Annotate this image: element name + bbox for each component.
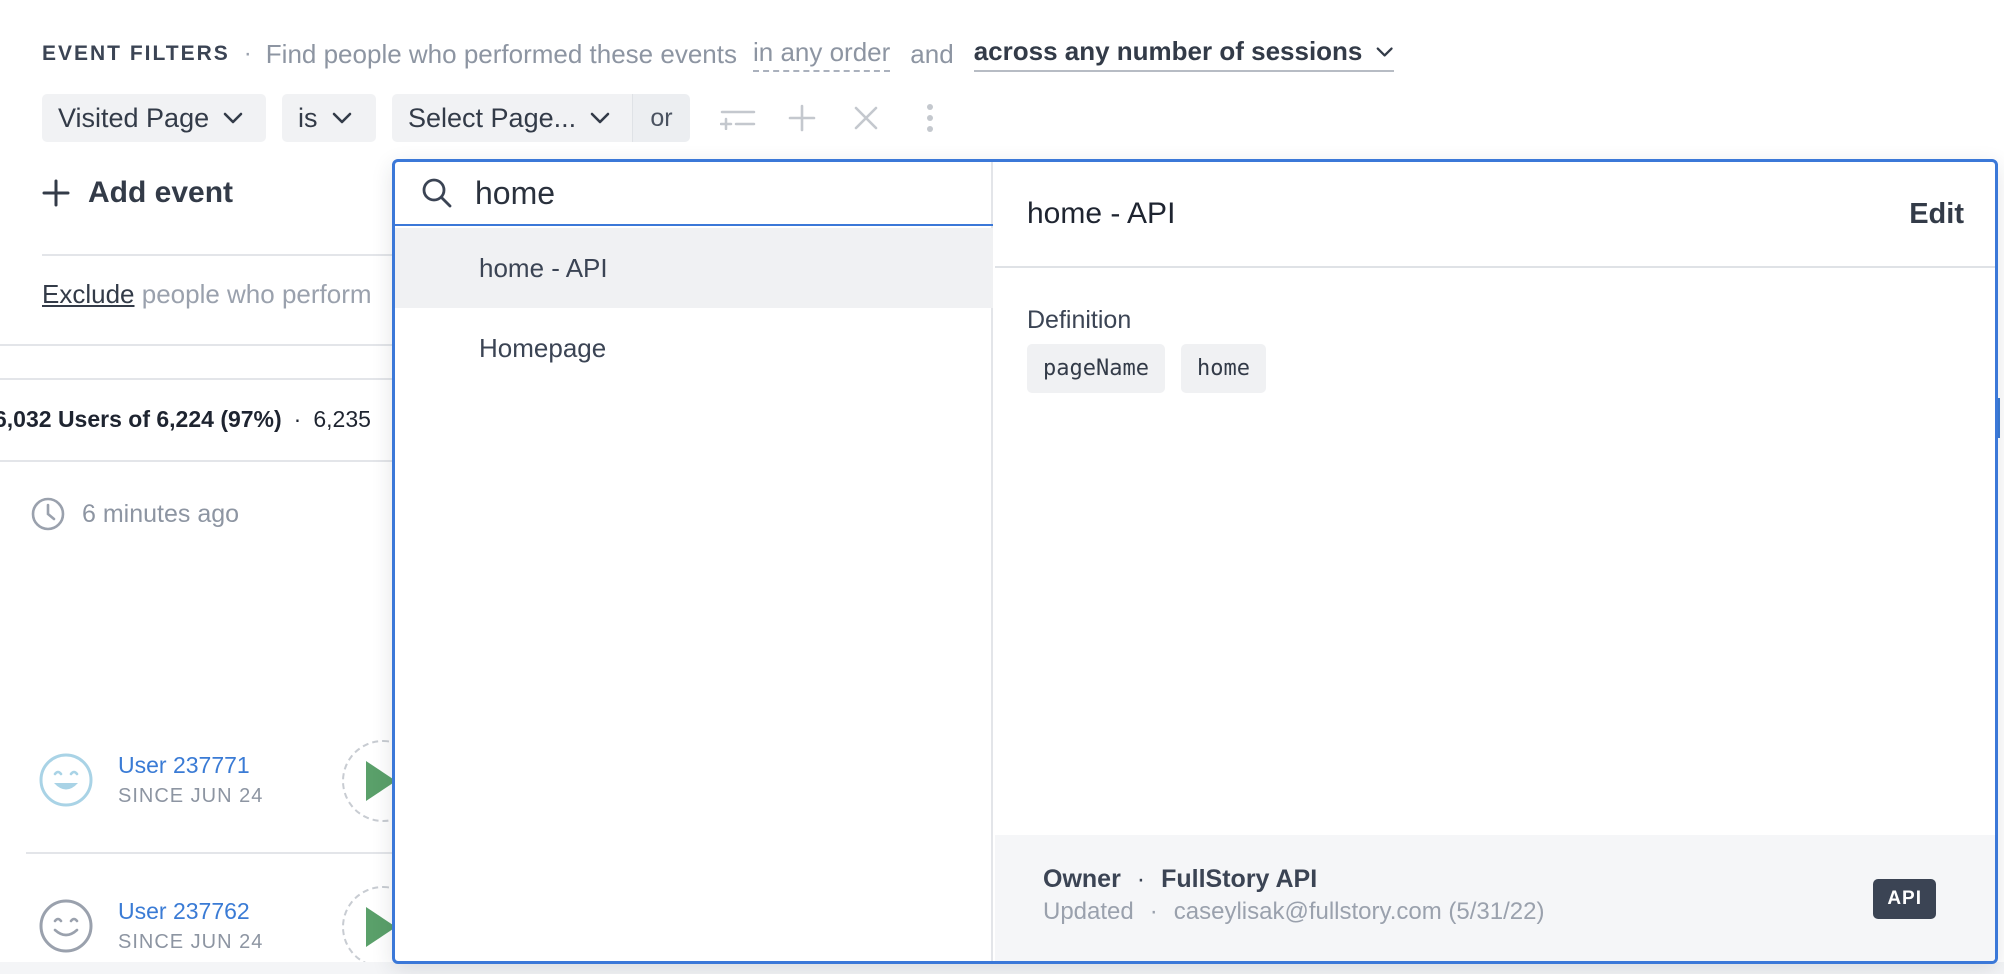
users-summary: 6,032 Users of 6,224 (97%) · 6,235 [0,406,371,433]
add-event-button[interactable]: Add event [42,176,233,210]
divider [42,254,394,256]
divider [26,852,394,854]
plus-icon [42,179,70,207]
operator-label: is [298,102,318,133]
chevron-down-icon [590,112,610,124]
divider [0,344,394,346]
updated-value: caseylisak@fullstory.com (5/31/22) [1173,898,1545,925]
or-button[interactable]: or [632,94,690,142]
definition-chip: home [1180,344,1266,393]
exclude-text: people who perform [141,279,372,309]
sessions-dropdown[interactable]: across any number of sessions [973,36,1394,72]
scroll-indicator [1998,398,2000,438]
updated-line: Updated · caseylisak@fullstory.com (5/31/2… [1043,898,1950,926]
sessions-count: 6,235 [313,406,371,432]
filters-separator: · [243,40,252,67]
api-badge: API [1873,879,1936,919]
page-select-label: Select Page... [408,102,577,133]
user-row[interactable]: User 237771 SINCE JUN 24 [38,752,263,808]
page-list-pane: home - API Homepage [395,162,993,961]
exclude-link[interactable]: Exclude [42,279,135,309]
edit-button[interactable]: Edit [1909,198,1964,231]
chevron-down-icon [332,112,351,124]
divider [0,460,394,462]
smiling-face-icon [39,899,93,953]
user-name-link[interactable]: User 237762 [118,898,263,925]
definition-chip: pageName [1027,344,1165,393]
page-select[interactable]: Select Page... [392,94,632,142]
filters-conjunction: and [910,38,954,69]
user-row[interactable]: User 237762 SINCE JUN 24 [38,898,263,954]
user-since: SINCE JUN 24 [118,931,264,953]
order-dropdown[interactable]: in any order [752,37,891,72]
detail-footer: Owner · FullStory API Updated · caseylisak@f… [995,835,1995,961]
users-count: 6,032 Users of 6,224 (97%) [0,406,282,432]
add-event-label: Add event [88,176,234,209]
page-option[interactable]: home - API [395,228,993,308]
filters-description: Find people who performed these events [265,38,737,69]
add-condition-icon[interactable] [782,98,822,138]
more-options-icon[interactable] [910,98,950,138]
search-icon [422,178,452,208]
filter-refine-icon[interactable] [718,98,758,138]
event-filters-label: EVENT FILTERS [42,42,230,65]
detail-title: home - API [1027,197,1176,230]
owner-line: Owner · FullStory API [1043,865,1950,894]
definition-label: Definition [1027,306,1132,334]
owner-label: Owner [1043,865,1121,893]
owner-name: FullStory API [1161,865,1318,893]
search-input[interactable] [475,174,935,212]
event-type-select[interactable]: Visited Page [42,94,266,142]
remove-condition-icon[interactable] [846,98,886,138]
updated-label: Updated [1043,898,1134,925]
summary-separator: · [293,406,302,432]
user-name-link[interactable]: User 237771 [118,752,263,779]
sessions-dropdown-label: across any number of sessions [973,36,1363,66]
clock-icon [31,497,65,531]
exclude-line: Exclude people who perform [42,279,372,310]
detail-header: home - API Edit [995,162,1995,268]
chevron-down-icon [1377,46,1394,57]
chevron-down-icon [223,112,243,124]
page-option[interactable]: Homepage [395,308,993,388]
user-since: SINCE JUN 24 [118,785,264,807]
owner-separator: · [1136,865,1146,893]
happy-face-icon [39,753,93,807]
page-detail-pane: home - API Edit Definition pageName home… [995,162,1995,961]
updated-separator: · [1149,898,1158,925]
last-updated: 6 minutes ago [30,496,239,532]
search-bar [395,162,993,226]
divider [0,378,394,380]
last-updated-text: 6 minutes ago [82,499,240,528]
definition-chips: pageName home [1027,344,1266,393]
event-filters-line: EVENT FILTERS · Find people who performe… [42,36,1394,72]
event-type-label: Visited Page [58,102,210,133]
page-picker-dropdown: home - API Homepage home - API Edit Defi… [392,159,1998,964]
operator-select[interactable]: is [282,94,376,142]
